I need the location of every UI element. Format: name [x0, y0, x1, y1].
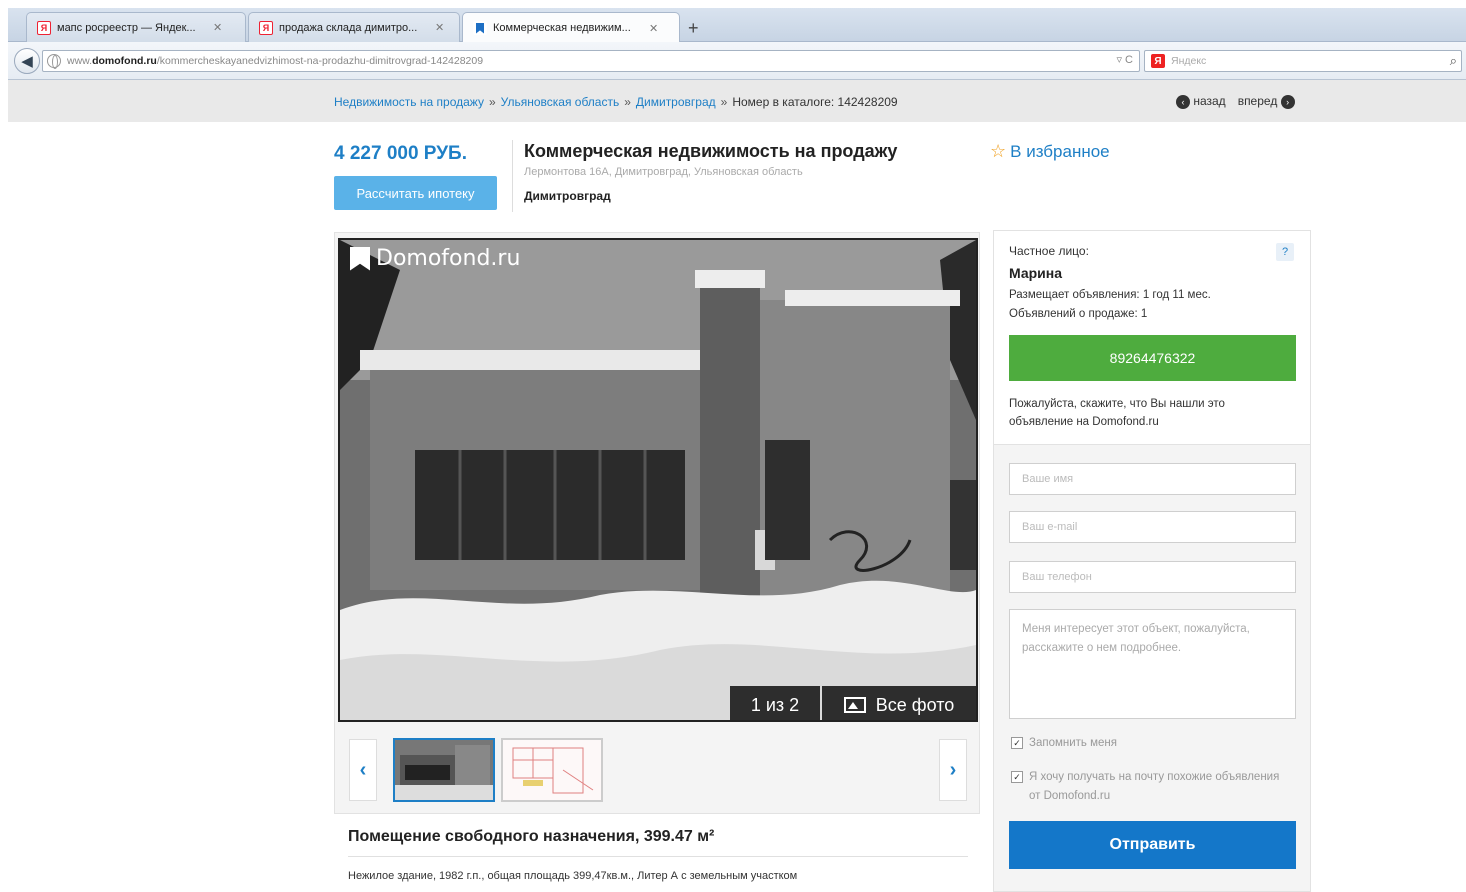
all-photos-button[interactable]: Все фото: [822, 686, 976, 720]
domofond-logo-icon: [350, 246, 370, 271]
next-listing-link[interactable]: вперед ›: [1238, 94, 1295, 109]
watermark: Domofond.ru: [350, 246, 520, 271]
subscribe-label: Я хочу получать на почту похожие объявле…: [1029, 771, 1280, 802]
divider: [512, 140, 513, 212]
chevron-right-icon: ›: [949, 758, 957, 781]
subscribe-checkbox[interactable]: ✓ Я хочу получать на почту похожие объяв…: [1011, 768, 1281, 806]
phone-field[interactable]: [1009, 561, 1296, 593]
listing-city: Димитровград: [524, 189, 611, 203]
breadcrumb-separator: »: [488, 95, 496, 109]
browser-tab[interactable]: Я продажа склада димитро... ✕: [248, 12, 460, 42]
yandex-icon: Я: [259, 20, 273, 35]
breadcrumb-bar: Недвижимость на продажу » Ульяновская обла…: [8, 80, 1466, 122]
breadcrumb-separator: »: [624, 95, 631, 109]
tab-label: мапс росреестр — Яндек...: [57, 21, 196, 34]
seller-listings-count: Объявлений о продаже: 1: [1009, 308, 1148, 320]
tab-label: Коммерческая недвижим...: [493, 22, 631, 34]
search-box[interactable]: Я Яндекс ⌕: [1144, 50, 1462, 72]
checkbox-checked-icon[interactable]: ✓: [1011, 737, 1023, 749]
photo-thumbnail[interactable]: [393, 738, 495, 802]
watermark-text: Domofond.ru: [376, 246, 521, 271]
mortgage-calc-button[interactable]: Рассчитать ипотеку: [334, 176, 497, 210]
main-photo[interactable]: Domofond.ru 1 из 2 Все фото: [338, 238, 978, 722]
url-prefix: www.: [67, 55, 93, 67]
breadcrumb-link[interactable]: Ульяновская область: [501, 95, 620, 109]
photo-thumbnail[interactable]: [501, 738, 603, 802]
photo-gallery: Domofond.ru 1 из 2 Все фото ‹ ›: [334, 232, 980, 814]
catalog-number: Номер в каталоге: 142428209: [732, 95, 898, 109]
breadcrumb-separator: »: [720, 95, 728, 109]
seller-name: Марина: [1009, 265, 1063, 281]
prev-photo-button[interactable]: ‹: [349, 739, 377, 801]
domofond-icon: [473, 21, 487, 35]
message-field[interactable]: Меня интересует этот объект, пожалуйста,…: [1009, 609, 1296, 719]
reload-icon[interactable]: ▿ C: [1116, 53, 1133, 66]
star-icon: ☆: [990, 141, 1007, 161]
submit-button[interactable]: Отправить: [1009, 821, 1296, 869]
favorites-label: В избранное: [1010, 141, 1110, 161]
browser-tab[interactable]: Я мапс росреестр — Яндек... ✕: [26, 12, 246, 42]
breadcrumb-link[interactable]: Димитровград: [636, 95, 716, 109]
close-icon[interactable]: ✕: [649, 22, 658, 35]
listing-pager: ‹ назад вперед ›: [1176, 94, 1295, 109]
listing-title: Коммерческая недвижимость на продажу: [524, 141, 898, 161]
next-photo-button[interactable]: ›: [939, 739, 967, 801]
all-photos-label: Все фото: [875, 694, 955, 715]
tab-label: продажа склада димитро...: [279, 21, 418, 34]
browser-tab-bar: Я мапс росреестр — Яндек... ✕ Я продажа …: [8, 8, 1466, 43]
chevron-left-icon: ‹: [1176, 94, 1190, 109]
new-tab-button[interactable]: +: [688, 18, 699, 39]
url-path: /kommercheskayanedvizhimost-na-prodazhu-…: [156, 55, 484, 67]
seller-tenure: Размещает объявления: 1 год 11 мес.: [1009, 289, 1211, 301]
breadcrumb: Недвижимость на продажу » Ульяновская обла…: [334, 95, 898, 109]
prev-listing-link[interactable]: ‹ назад: [1176, 94, 1226, 109]
browser-tab-active[interactable]: Коммерческая недвижим... ✕: [462, 12, 680, 43]
search-placeholder: Яндекс: [1171, 55, 1207, 67]
remember-me-label: Запомнить меня: [1029, 737, 1117, 749]
seller-card: Частное лицо: ? Марина Размещает объявле…: [994, 231, 1310, 445]
show-phone-button[interactable]: 89264476322: [1009, 335, 1296, 381]
thumbnail-plan-image: [503, 740, 601, 800]
browser-nav-bar: ◀ www. domofond.ru/kommercheskayanedvizhi…: [8, 42, 1466, 80]
breadcrumb-link[interactable]: Недвижимость на продажу: [334, 95, 484, 109]
thumbnail-building-image: [395, 740, 493, 800]
photo-counter: 1 из 2: [730, 686, 820, 720]
email-field[interactable]: [1009, 511, 1296, 543]
image-icon: [843, 697, 866, 713]
description-title: Помещение свободного назначения, 399.47 …: [348, 828, 715, 845]
name-field[interactable]: [1009, 463, 1296, 495]
url-host: domofond.ru: [92, 55, 157, 67]
next-listing-label: вперед: [1237, 94, 1278, 108]
checkbox-checked-icon[interactable]: ✓: [1011, 771, 1023, 783]
description-text: Нежилое здание, 1982 г.п., общая площадь…: [348, 870, 798, 882]
building-photo: [340, 240, 976, 720]
chevron-left-icon: ‹: [359, 758, 367, 781]
search-icon[interactable]: ⌕: [1450, 53, 1457, 69]
close-icon[interactable]: ✕: [213, 21, 222, 34]
prev-listing-label: назад: [1193, 94, 1226, 108]
seller-type: Частное лицо:: [1009, 244, 1089, 258]
globe-icon: [47, 54, 61, 69]
add-to-favorites-link[interactable]: ☆ В избранное: [990, 141, 1110, 162]
listing-address: Лермонтова 16А, Димитровград, Ульяновска…: [524, 166, 803, 178]
back-arrow-icon[interactable]: ◀: [14, 48, 40, 74]
help-icon[interactable]: ?: [1276, 243, 1294, 261]
listing-price: 4 227 000 РУБ.: [334, 143, 467, 164]
remember-me-checkbox[interactable]: ✓ Запомнить меня: [1011, 734, 1117, 753]
yandex-search-icon: Я: [1151, 54, 1165, 68]
yandex-icon: Я: [37, 20, 51, 35]
chevron-right-icon: ›: [1280, 94, 1295, 109]
divider: [348, 856, 968, 857]
close-icon[interactable]: ✕: [435, 21, 444, 34]
contact-sidebar: Частное лицо: ? Марина Размещает объявле…: [993, 230, 1311, 892]
seller-note: Пожалуйста, скажите, что Вы нашли это об…: [1009, 398, 1225, 428]
address-bar[interactable]: www. domofond.ru/kommercheskayanedvizhimo…: [42, 50, 1140, 72]
